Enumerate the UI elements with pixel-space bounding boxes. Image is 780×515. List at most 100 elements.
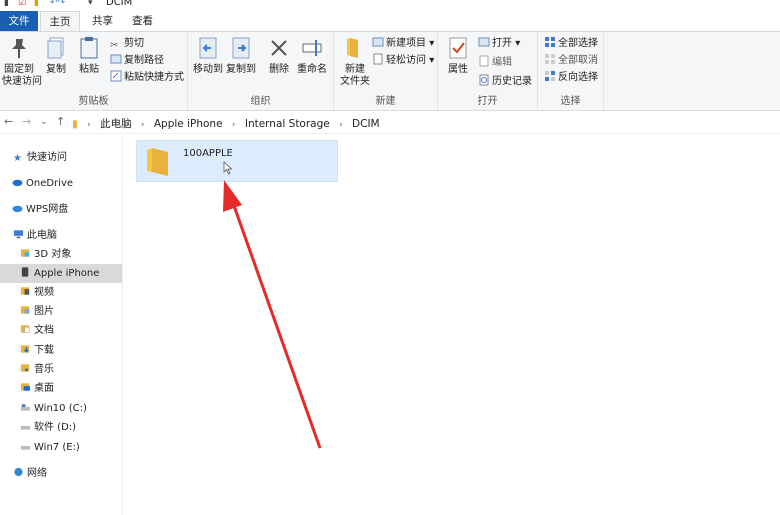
pin-icon xyxy=(12,39,26,58)
copy-icon xyxy=(47,37,64,59)
copy-to-button[interactable]: 复制到 xyxy=(224,36,258,76)
mouse-cursor-icon xyxy=(223,161,233,175)
open-icon xyxy=(478,37,490,47)
folder-item-100apple[interactable]: 100APPLE xyxy=(136,140,338,182)
sidebar-item-drive-e[interactable]: Win7 (E:) xyxy=(0,438,122,457)
sidebar-item-onedrive[interactable]: OneDrive xyxy=(0,174,122,193)
new-item-icon xyxy=(372,37,384,47)
breadcrumb: ▮ › 此电脑 › Apple iPhone › Internal Storag… xyxy=(72,116,386,131)
title-bar: ▮ ☑ ▮ ↶↷ ▾ DCIM xyxy=(0,0,780,11)
rename-button[interactable]: 重命名 xyxy=(294,36,330,76)
new-item-button[interactable]: 新建项目 ▾ xyxy=(372,36,434,52)
sidebar-item-wps-drive[interactable]: WPS网盘 xyxy=(0,200,122,219)
properties-check-icon xyxy=(449,37,467,59)
new-folder-icon xyxy=(347,38,358,58)
breadcrumb-separator-icon: › xyxy=(339,120,343,130)
sidebar-item-drive-d[interactable]: 软件 (D:) xyxy=(0,418,122,437)
navigation-pane: ★ 快速访问 OneDrive WPS网盘 此电脑 3D 对象 Apple iPh… xyxy=(0,135,123,515)
undo-redo-icon[interactable]: ↶↷ xyxy=(50,0,65,8)
tab-file[interactable]: 文件 xyxy=(0,11,38,31)
paste-shortcut-button[interactable]: 粘贴快捷方式 xyxy=(110,70,184,86)
sidebar-item-videos[interactable]: 视频 xyxy=(0,283,122,302)
breadcrumb-this-pc[interactable]: 此电脑 xyxy=(100,118,132,130)
tab-share[interactable]: 共享 xyxy=(84,11,121,31)
scissors-icon: ✂ xyxy=(110,40,119,51)
sidebar-item-drive-c[interactable]: Win10 (C:) xyxy=(0,399,122,418)
video-folder-icon xyxy=(20,287,30,295)
breadcrumb-dcim[interactable]: DCIM xyxy=(352,118,380,130)
sidebar-item-network[interactable]: 网络 xyxy=(0,464,122,483)
pin-quick-access-button[interactable]: 固定到 快速访问 xyxy=(2,36,42,88)
ribbon-tabs: 文件 主页 共享 查看 xyxy=(0,11,780,31)
sidebar-item-this-pc[interactable]: 此电脑 xyxy=(0,226,122,245)
select-all-button[interactable]: 全部选择 xyxy=(544,36,598,52)
easy-access-icon xyxy=(373,53,383,65)
history-button[interactable]: 历史记录 xyxy=(478,74,532,90)
sidebar-item-desktop[interactable]: 桌面 xyxy=(0,379,122,398)
cut-button[interactable]: ✂ 剪切 xyxy=(110,36,144,52)
up-arrow-icon[interactable]: ↑ xyxy=(56,115,65,128)
edit-button[interactable]: 编辑 xyxy=(478,55,512,71)
move-to-button[interactable]: 移动到 xyxy=(192,36,224,76)
dropdown-arrow-icon: ▾ xyxy=(429,38,435,49)
easy-access-button[interactable]: 轻松访问 ▾ xyxy=(372,53,434,69)
sidebar-item-music[interactable]: 音乐 xyxy=(0,360,122,379)
breadcrumb-apple-iphone[interactable]: Apple iPhone xyxy=(154,118,223,130)
download-folder-icon xyxy=(20,345,30,353)
window-title: DCIM xyxy=(106,0,133,8)
folder-icon[interactable]: ▮ xyxy=(4,0,9,8)
sidebar-item-downloads[interactable]: 下载 xyxy=(0,341,122,360)
select-none-button[interactable]: 全部取消 xyxy=(544,53,598,69)
desktop-folder-icon xyxy=(20,383,31,391)
cloud-icon xyxy=(12,179,23,187)
breadcrumb-separator-icon: › xyxy=(231,120,236,130)
properties-check-icon[interactable]: ☑ xyxy=(18,0,26,8)
clipboard-group: 固定到 快速访问 复制 粘贴 ✂ 剪切 复制路径 粘贴快捷方式 剪贴板 xyxy=(0,32,188,110)
organize-group-label: 组织 xyxy=(250,96,271,107)
drive-icon xyxy=(20,426,31,430)
delete-button[interactable]: 删除 xyxy=(266,36,292,76)
ribbon: 固定到 快速访问 复制 粘贴 ✂ 剪切 复制路径 粘贴快捷方式 剪贴板 移动到 … xyxy=(0,31,780,111)
dropdown-arrow-icon: ▾ xyxy=(515,38,521,49)
properties-button[interactable]: 属性 xyxy=(442,36,474,76)
breadcrumb-separator-icon: › xyxy=(87,120,91,130)
select-all-icon xyxy=(545,37,555,47)
sidebar-item-pictures[interactable]: 图片 xyxy=(0,302,122,321)
paste-button[interactable]: 粘贴 xyxy=(74,36,104,76)
select-group: 全部选择 全部取消 反向选择 选择 xyxy=(538,32,604,110)
folder-icon xyxy=(147,148,168,176)
cube-folder-icon xyxy=(20,249,30,257)
forward-arrow-icon[interactable]: → xyxy=(22,115,31,128)
sidebar-item-3d-objects[interactable]: 3D 对象 xyxy=(0,245,122,264)
tab-view[interactable]: 查看 xyxy=(124,11,161,31)
select-none-icon xyxy=(545,54,555,64)
new-folder-icon[interactable]: ▮ xyxy=(34,0,39,8)
sidebar-item-documents[interactable]: 文档 xyxy=(0,321,122,340)
copy-to-icon xyxy=(232,37,250,59)
copy-path-button[interactable]: 复制路径 xyxy=(110,53,164,69)
customize-toolbar-icon[interactable]: ▾ xyxy=(88,0,93,8)
cloud-icon xyxy=(12,205,23,213)
sidebar-item-quick-access[interactable]: ★ 快速访问 xyxy=(0,148,122,167)
sidebar-item-apple-iphone[interactable]: Apple iPhone xyxy=(0,264,122,283)
invert-selection-button[interactable]: 反向选择 xyxy=(544,70,598,86)
copy-button[interactable]: 复制 xyxy=(42,36,70,76)
tab-home[interactable]: 主页 xyxy=(40,11,80,31)
address-bar: ← → ⌄ ↑ ▮ › 此电脑 › Apple iPhone › Interna… xyxy=(0,112,780,134)
file-list: 100APPLE xyxy=(124,135,780,515)
breadcrumb-internal-storage[interactable]: Internal Storage xyxy=(245,118,330,130)
new-group-label: 新建 xyxy=(375,96,396,107)
copy-path-icon xyxy=(110,54,122,64)
recent-locations-chevron-icon[interactable]: ⌄ xyxy=(40,117,48,127)
dropdown-arrow-icon: ▾ xyxy=(429,55,435,66)
delete-x-icon xyxy=(271,40,287,56)
folder-icon: ▮ xyxy=(72,118,78,130)
new-folder-button[interactable]: 新建 文件夹 xyxy=(338,36,372,88)
select-group-label: 选择 xyxy=(560,96,581,107)
open-group: 属性 打开 ▾ 编辑 历史记录 打开 xyxy=(438,32,538,110)
clipboard-group-label: 剪贴板 xyxy=(78,96,109,107)
computer-icon xyxy=(13,230,24,239)
folder-name: 100APPLE xyxy=(183,148,233,159)
back-arrow-icon[interactable]: ← xyxy=(4,115,13,128)
open-button[interactable]: 打开 ▾ xyxy=(478,36,520,52)
